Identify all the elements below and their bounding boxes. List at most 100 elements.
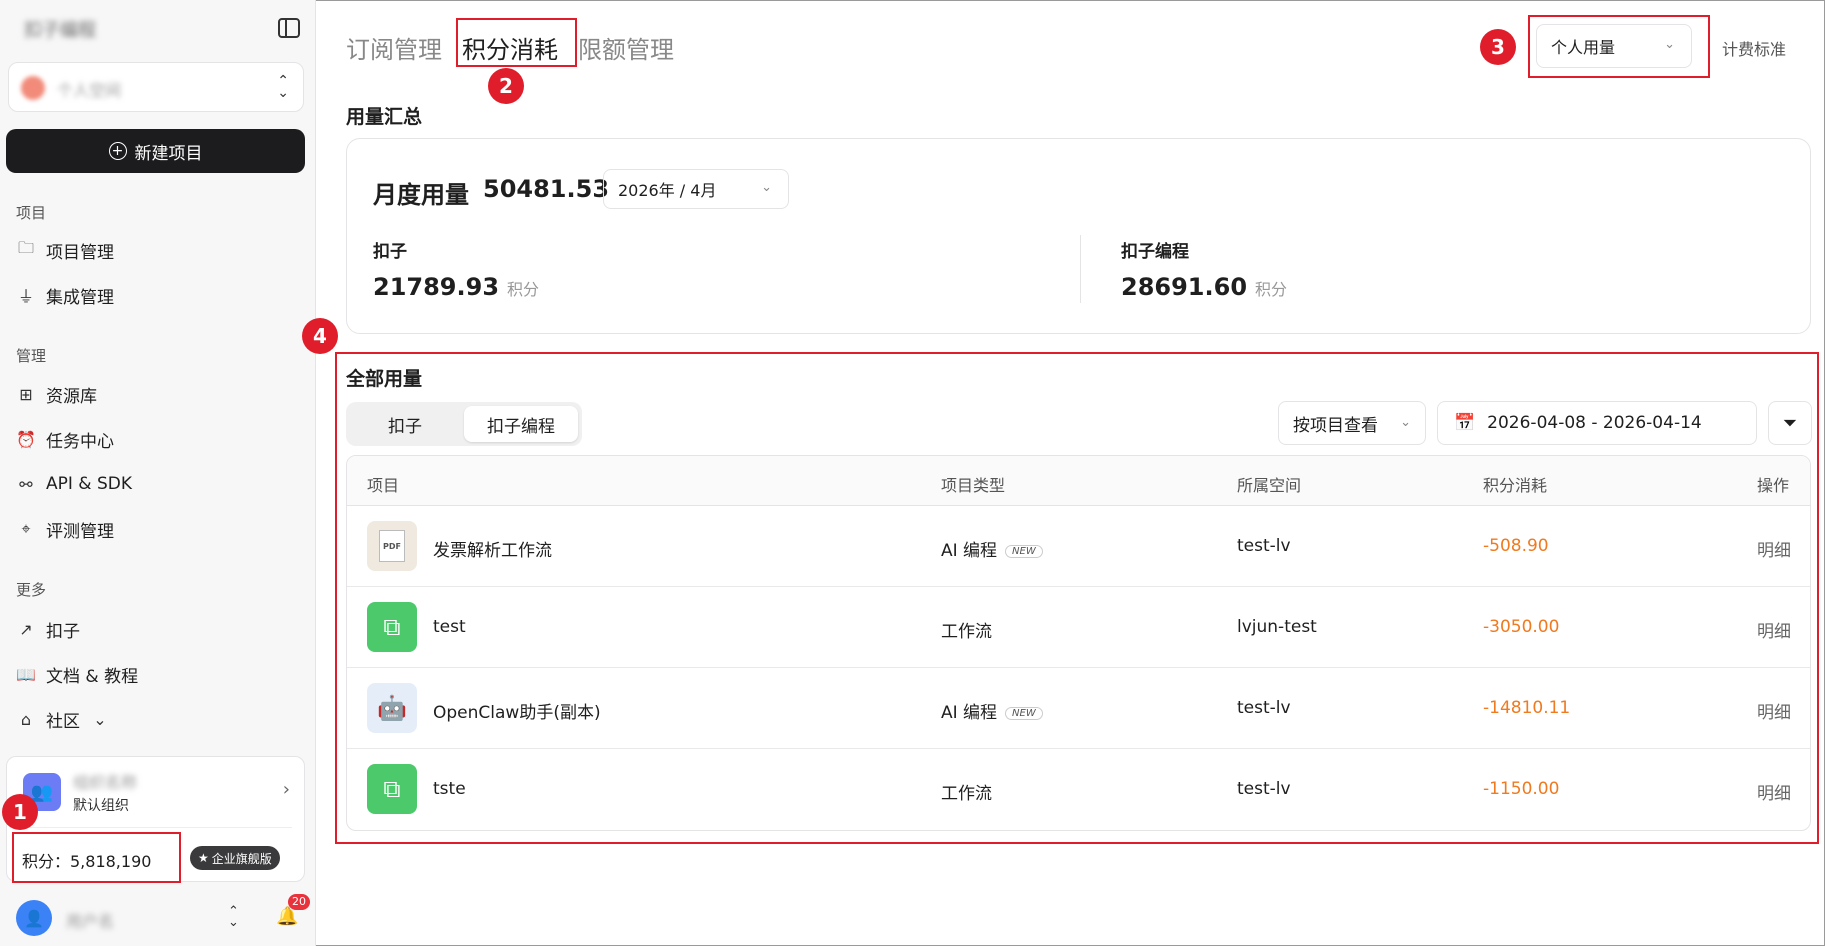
workspace-avatar xyxy=(21,76,45,100)
alarm-clock-icon: ⏰ xyxy=(16,429,36,449)
marker-1: 1 xyxy=(2,794,38,830)
column-header: 项目类型 xyxy=(941,476,1006,495)
metric-coze-coding-value: 28691.60 积分 xyxy=(1121,273,1288,301)
project-name[interactable]: test xyxy=(433,617,466,637)
detail-link[interactable]: 明细 xyxy=(1757,698,1791,723)
telescope-icon: ⌖ xyxy=(21,519,31,538)
plug-icon: ⏚ xyxy=(17,287,34,306)
column-header: 积分消耗 xyxy=(1483,476,1548,495)
tab-subscription[interactable]: 订阅管理 xyxy=(346,28,442,67)
folder-icon: 🗀 xyxy=(17,237,34,257)
calendar-icon: 📅 xyxy=(1454,413,1476,433)
sidebar-item-api[interactable]: ⚯ API & SDK xyxy=(16,470,132,498)
sidebar-item-docs[interactable]: 📖 文档 & 教程 xyxy=(16,660,138,688)
highlight-box-1 xyxy=(12,832,181,883)
points-cost: -508.90 xyxy=(1483,536,1549,556)
view-by-value: 按项目查看 xyxy=(1293,415,1378,436)
table-row: ⧉ tste 工作流 test-lv -1150.00 明细 xyxy=(347,749,1810,830)
new-project-button[interactable]: + 新建项目 xyxy=(6,129,305,173)
project-type: 工作流 xyxy=(941,622,992,642)
detail-link[interactable]: 明细 xyxy=(1757,617,1791,642)
segment-coze-coding[interactable]: 扣子编程 xyxy=(464,406,578,442)
highlight-box-2 xyxy=(456,18,577,67)
summary-title: 用量汇总 xyxy=(346,106,423,128)
view-by-select[interactable]: 按项目查看 ⌄ xyxy=(1278,401,1426,445)
marker-4: 4 xyxy=(302,318,338,354)
workflow-icon: ⧉ xyxy=(367,602,417,652)
edition-badge-label: 企业旗舰版 xyxy=(211,851,272,866)
project-space: test-lv xyxy=(1237,698,1291,718)
sidebar-item-label: 评测管理 xyxy=(46,521,114,542)
detail-link[interactable]: 明细 xyxy=(1757,536,1791,561)
workflow-icon: ⧉ xyxy=(367,764,417,814)
user-menu[interactable]: 👤 用户名 ⌃ ⌄ 🔔 20 xyxy=(14,894,310,938)
sidebar-item-integration[interactable]: ⏚ 集成管理 xyxy=(16,281,114,309)
plus-circle-icon: + xyxy=(108,142,127,160)
sidebar-item-label: 社区 xyxy=(46,711,80,732)
marker-3: 3 xyxy=(1480,29,1516,65)
table-header: 项目 项目类型 所属空间 积分消耗 操作 xyxy=(347,456,1810,506)
project-type: AI 编程 NEW xyxy=(941,536,1043,561)
chevron-down-icon: ⌄ xyxy=(761,180,772,195)
date-range-value: 2026-04-08 - 2026-04-14 xyxy=(1487,413,1702,433)
sidebar-item-tasks[interactable]: ⏰ 任务中心 xyxy=(16,425,114,453)
tab-quota[interactable]: 限额管理 xyxy=(578,28,674,67)
table-row: ⧉ test 工作流 lvjun-test -3050.00 明细 xyxy=(347,587,1810,668)
table-row: 🤖 OpenClaw助手(副本) AI 编程 NEW test-lv -14810… xyxy=(347,668,1810,749)
metric-coze-coding-name: 扣子编程 xyxy=(1121,242,1189,262)
organization-subtitle: 默认组织 xyxy=(73,798,129,814)
workspace-selector[interactable]: 个人空间 ⌃ ⌄ xyxy=(8,62,304,112)
marker-2: 2 xyxy=(488,68,524,104)
sidebar-item-project-management[interactable]: 🗀 项目管理 xyxy=(16,236,114,264)
segment-coze[interactable]: 扣子 xyxy=(350,406,460,442)
month-select[interactable]: 2026年 / 4月 ⌄ xyxy=(603,169,789,209)
project-type: 工作流 xyxy=(941,784,992,804)
billing-standard-link[interactable]: 计费标准 xyxy=(1722,36,1786,60)
sidebar-item-evaluation[interactable]: ⌖ 评测管理 xyxy=(16,515,114,543)
robot-icon: 🤖 xyxy=(367,683,417,733)
edition-badge: ★ 企业旗舰版 xyxy=(190,846,280,870)
project-type: AI 编程 NEW xyxy=(941,698,1043,723)
section-title-project: 项目 xyxy=(16,204,47,222)
star-icon: ★ xyxy=(198,851,209,865)
sidebar-item-coze[interactable]: ↗ 扣子 xyxy=(16,615,80,643)
sidebar: 扣子编程 个人空间 ⌃ ⌄ + 新建项目 项目 🗀 项目管理 ⏚ 集成管理 管理 … xyxy=(0,0,316,946)
filter-icon: ⏷ xyxy=(1782,412,1798,434)
sidebar-item-community[interactable]: ⌂ 社区 ⌄ xyxy=(16,705,110,733)
book-icon: 📖 xyxy=(16,664,36,684)
date-range-picker[interactable]: 📅 2026-04-08 - 2026-04-14 xyxy=(1437,401,1757,445)
project-name[interactable]: OpenClaw助手(副本) xyxy=(433,698,601,723)
updown-chevron-icon: ⌃ ⌄ xyxy=(277,73,289,101)
monthly-usage-label: 月度用量 xyxy=(373,181,469,209)
column-header: 所属空间 xyxy=(1237,476,1302,495)
sidebar-item-library[interactable]: ⊞ 资源库 xyxy=(16,380,97,408)
project-name[interactable]: tste xyxy=(433,779,466,799)
metric-coze-name: 扣子 xyxy=(373,242,407,262)
pdf-icon: PDF xyxy=(367,521,417,571)
project-name[interactable]: 发票解析工作流 xyxy=(433,536,552,561)
new-project-label: 新建项目 xyxy=(134,143,203,164)
highlight-box-3 xyxy=(1528,15,1710,78)
month-select-value: 2026年 / 4月 xyxy=(618,181,717,200)
app-logo: 扣子编程 xyxy=(24,20,96,41)
project-space: test-lv xyxy=(1237,779,1291,799)
sidebar-item-label: API & SDK xyxy=(46,474,132,494)
detail-link[interactable]: 明细 xyxy=(1757,779,1791,804)
filter-button[interactable]: ⏷ xyxy=(1768,401,1812,445)
sidebar-item-label: 项目管理 xyxy=(46,242,114,263)
sidebar-item-label: 扣子 xyxy=(46,621,80,642)
table-row: PDF 发票解析工作流 AI 编程 NEW test-lv -508.90 明细 xyxy=(347,506,1810,587)
grid-icon: ⊞ xyxy=(19,384,33,404)
points-cost: -14810.11 xyxy=(1483,698,1571,718)
updown-chevron-icon: ⌃ ⌄ xyxy=(228,904,239,930)
sidebar-toggle-icon[interactable] xyxy=(278,18,300,38)
project-space: lvjun-test xyxy=(1237,617,1317,637)
user-avatar-icon: 👤 xyxy=(16,900,52,936)
monthly-usage-value: 50481.53 xyxy=(483,175,610,203)
arrow-up-right-icon: ↗ xyxy=(19,619,33,639)
notification-count-badge: 20 xyxy=(288,894,310,910)
section-title-more: 更多 xyxy=(16,581,47,599)
project-space: test-lv xyxy=(1237,536,1291,556)
store-icon: ⌂ xyxy=(20,709,32,729)
workspace-name: 个人空间 xyxy=(57,81,122,100)
